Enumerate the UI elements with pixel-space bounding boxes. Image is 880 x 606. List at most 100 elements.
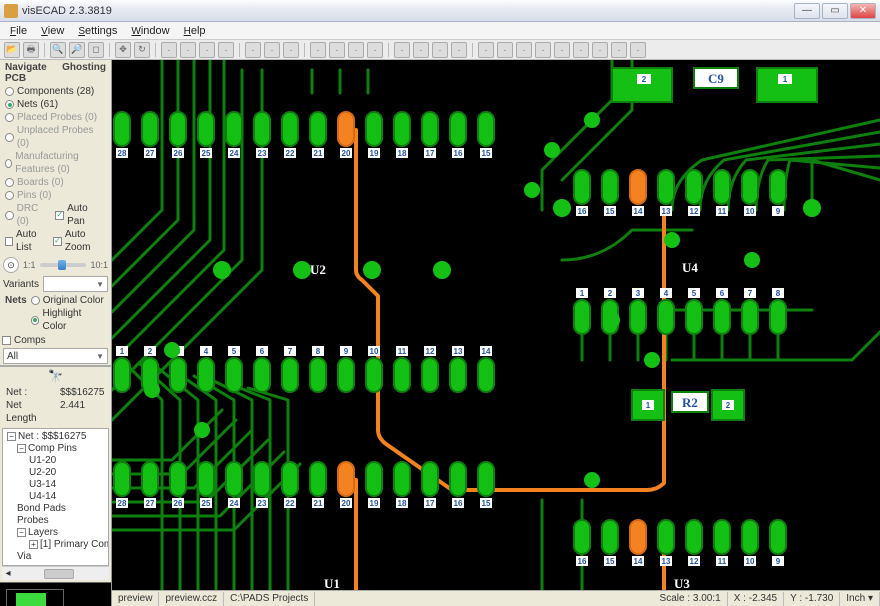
- radio-mfg: Manufacturing Features (0): [3, 150, 108, 176]
- status-unit[interactable]: Inch ▾: [840, 592, 880, 606]
- netinfo-net-val: $$$16275: [60, 386, 105, 399]
- tool-gen-17[interactable]: ·: [497, 42, 513, 58]
- svg-text:22: 22: [286, 499, 295, 508]
- menu-window[interactable]: Window: [125, 23, 175, 39]
- tool-gen-5[interactable]: ·: [245, 42, 261, 58]
- chk-autopan[interactable]: Auto Pan: [53, 202, 108, 228]
- radio-highlight-color[interactable]: Highlight Color: [29, 307, 108, 333]
- tree-pin-u2[interactable]: U2-20: [5, 467, 106, 479]
- svg-text:17: 17: [426, 149, 435, 158]
- pcb-canvas[interactable]: 21C912R228272625242322212019181716151234…: [112, 60, 880, 590]
- svg-text:7: 7: [748, 289, 753, 298]
- nets-filter-dropdown[interactable]: All▼: [3, 348, 108, 364]
- tool-gen-20[interactable]: ·: [554, 42, 570, 58]
- svg-text:13: 13: [662, 557, 671, 566]
- radio-nets[interactable]: Nets (61): [3, 98, 108, 111]
- tool-gen-19[interactable]: ·: [535, 42, 551, 58]
- menu-help[interactable]: Help: [178, 23, 212, 39]
- net-tree[interactable]: −Net : $$$16275 −Comp Pins U1-20 U2-20 U…: [2, 428, 109, 566]
- variants-dropdown[interactable]: ▼: [43, 276, 108, 292]
- status-tab1[interactable]: preview: [112, 592, 159, 606]
- status-tab2[interactable]: preview.ccz: [159, 592, 224, 606]
- svg-text:R2: R2: [682, 395, 698, 410]
- svg-text:U2: U2: [310, 262, 326, 277]
- window-title: visECAD 2.3.3819: [22, 5, 794, 17]
- tool-gen-9[interactable]: ·: [329, 42, 345, 58]
- svg-text:16: 16: [454, 149, 463, 158]
- tool-gen-16[interactable]: ·: [478, 42, 494, 58]
- netinfo-len-key: Net Length: [6, 399, 54, 425]
- tool-print-icon[interactable]: 🖶: [23, 42, 39, 58]
- menu-file[interactable]: File: [4, 23, 33, 39]
- svg-text:8: 8: [316, 347, 321, 356]
- chk-autozoom[interactable]: Auto Zoom: [51, 228, 108, 254]
- tool-gen-10[interactable]: ·: [348, 42, 364, 58]
- chk-autolist[interactable]: Auto List: [3, 228, 51, 254]
- svg-text:28: 28: [118, 499, 127, 508]
- tool-open-icon[interactable]: 📂: [4, 42, 20, 58]
- tool-gen-1[interactable]: ·: [161, 42, 177, 58]
- status-path: C:\PADS Projects: [224, 592, 315, 606]
- chk-comps[interactable]: Comps: [0, 334, 111, 347]
- tool-gen-8[interactable]: ·: [310, 42, 326, 58]
- tool-gen-13[interactable]: ·: [413, 42, 429, 58]
- svg-text:1: 1: [646, 401, 651, 410]
- svg-text:24: 24: [230, 499, 239, 508]
- tool-zoomout-icon[interactable]: 🔎: [69, 42, 85, 58]
- tree-pin-u1[interactable]: U1-20: [5, 455, 106, 467]
- tool-gen-14[interactable]: ·: [432, 42, 448, 58]
- variants-label: Variants: [3, 279, 39, 290]
- zoom-reset-icon[interactable]: ⊙: [3, 257, 19, 273]
- tool-gen-15[interactable]: ·: [451, 42, 467, 58]
- zoom-slider[interactable]: [40, 263, 87, 267]
- svg-text:27: 27: [146, 149, 155, 158]
- radio-components[interactable]: Components (28): [3, 85, 108, 98]
- tool-gen-11[interactable]: ·: [367, 42, 383, 58]
- tool-rotate-icon[interactable]: ↻: [134, 42, 150, 58]
- tool-gen-21[interactable]: ·: [573, 42, 589, 58]
- tool-gen-23[interactable]: ·: [611, 42, 627, 58]
- tree-pin-u3[interactable]: U3-14: [5, 479, 106, 491]
- close-button[interactable]: ✕: [850, 3, 876, 19]
- nets-item[interactable]: $$$5807: [1, 366, 110, 367]
- tool-fit-icon[interactable]: ◻: [88, 42, 104, 58]
- svg-text:15: 15: [482, 149, 491, 158]
- tool-gen-3[interactable]: ·: [199, 42, 215, 58]
- tool-gen-18[interactable]: ·: [516, 42, 532, 58]
- netinfo-len-val: 2.441: [60, 399, 85, 425]
- tool-gen-6[interactable]: ·: [264, 42, 280, 58]
- tool-gen-2[interactable]: ·: [180, 42, 196, 58]
- radio-orig-color[interactable]: Original Color: [29, 294, 108, 307]
- tree-layer-item[interactable]: [1] Primary Component Side: [40, 539, 109, 550]
- menu-settings[interactable]: Settings: [72, 23, 123, 39]
- svg-text:10: 10: [370, 347, 379, 356]
- tree-hscroll[interactable]: ◂: [2, 566, 109, 580]
- menu-view[interactable]: View: [35, 23, 70, 39]
- svg-text:2: 2: [726, 401, 731, 410]
- binocular-icon[interactable]: 🔭: [0, 367, 111, 385]
- maximize-button[interactable]: ▭: [822, 3, 848, 19]
- toolbar: 📂 🖶 🔍 🔎 ◻ ✥ ↻ · · · · · · · · · · · · · …: [0, 40, 880, 60]
- nets-listbox[interactable]: $$$5807$$$5809$$$7632$$$7634$$$7635$$$76…: [0, 365, 111, 367]
- svg-text:7: 7: [288, 347, 293, 356]
- tree-pin-u4[interactable]: U4-14: [5, 491, 106, 503]
- tool-gen-4[interactable]: ·: [218, 42, 234, 58]
- tree-via[interactable]: Via: [5, 551, 106, 563]
- svg-text:4: 4: [664, 289, 669, 298]
- svg-text:23: 23: [258, 499, 267, 508]
- menu-bar: File View Settings Window Help: [0, 22, 880, 40]
- tool-pan-icon[interactable]: ✥: [115, 42, 131, 58]
- tree-bond-pads[interactable]: Bond Pads: [5, 503, 106, 515]
- svg-text:11: 11: [718, 207, 727, 216]
- minimize-button[interactable]: —: [794, 3, 820, 19]
- svg-text:13: 13: [662, 207, 671, 216]
- tool-gen-22[interactable]: ·: [592, 42, 608, 58]
- tool-gen-7[interactable]: ·: [283, 42, 299, 58]
- thumbnail-view[interactable]: [0, 582, 111, 606]
- tool-gen-24[interactable]: ·: [630, 42, 646, 58]
- tool-gen-12[interactable]: ·: [394, 42, 410, 58]
- svg-text:1: 1: [580, 289, 585, 298]
- tree-probes[interactable]: Probes: [5, 515, 106, 527]
- tool-zoomin-icon[interactable]: 🔍: [50, 42, 66, 58]
- svg-text:27: 27: [146, 499, 155, 508]
